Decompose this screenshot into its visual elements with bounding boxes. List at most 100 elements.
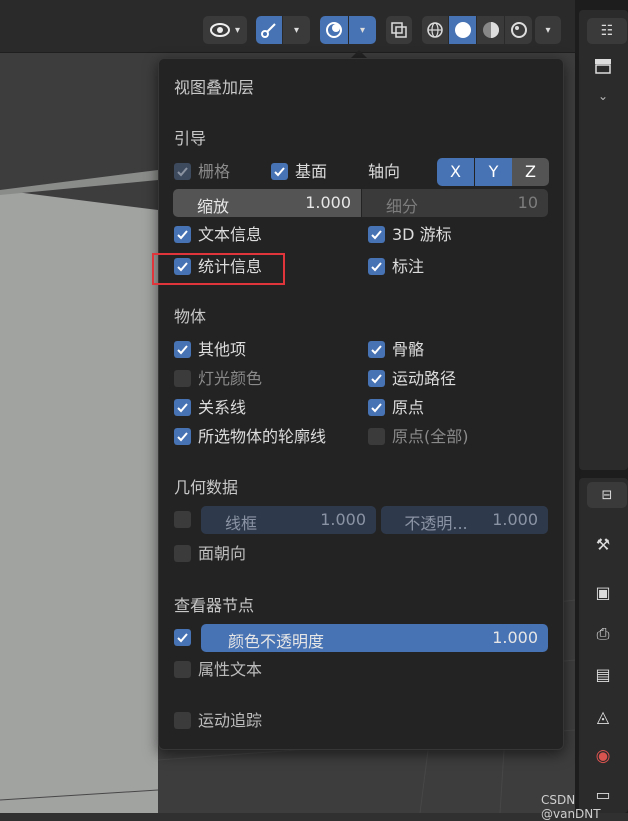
wireframe-checkbox[interactable] xyxy=(174,511,191,528)
chevron-down-icon: ▾ xyxy=(234,24,241,36)
wireframe-sphere-icon xyxy=(427,22,443,38)
viewport-overlays-popover: 视图叠加层 引导 栅格 基面 轴向 X Y Z 缩放 1.000 细分 10 文… xyxy=(158,58,564,750)
motion-tracking-label: 运动追踪 xyxy=(198,711,263,730)
checkbox[interactable] xyxy=(174,712,191,729)
origins-label: 原点 xyxy=(392,398,425,417)
tool-icon[interactable]: ⚒ xyxy=(591,532,615,556)
output-icon[interactable]: ⎙ xyxy=(591,622,615,646)
checkbox[interactable] xyxy=(174,370,191,387)
overlays-dropdown[interactable]: ▾ xyxy=(349,16,376,44)
toggle-icon: ⊟ xyxy=(601,487,613,503)
shading-rendered[interactable] xyxy=(505,16,532,44)
view-layer-icon[interactable]: ▤ xyxy=(591,662,615,686)
checkbox[interactable] xyxy=(174,399,191,416)
wireframe-threshold-field[interactable]: 线框 1.000 xyxy=(201,506,376,534)
bones-checkbox[interactable]: 骨骼 xyxy=(368,340,518,360)
origins-all-label: 原点(全部) xyxy=(392,427,469,446)
wireframe-label: 线框 xyxy=(224,514,257,533)
gizmo-icon xyxy=(261,23,276,38)
outliner-display-mode[interactable]: ☷ xyxy=(587,18,627,44)
checkbox[interactable] xyxy=(368,341,385,358)
gizmo-toggle[interactable] xyxy=(256,16,282,44)
world-icon[interactable]: ◉ xyxy=(591,744,615,768)
grid-scale-field[interactable]: 缩放 1.000 xyxy=(173,189,361,217)
extras-label: 其他项 xyxy=(198,340,247,359)
gizmo-dropdown[interactable]: ▾ xyxy=(283,16,310,44)
checkbox[interactable] xyxy=(174,226,191,243)
checkbox[interactable] xyxy=(368,399,385,416)
floor-checkbox[interactable]: 基面 xyxy=(271,162,361,182)
checkmark-icon xyxy=(177,345,188,355)
grid-subdivisions-field[interactable]: 细分 10 xyxy=(362,189,548,217)
properties-editor-toggle[interactable]: ⊟ xyxy=(587,482,627,508)
eye-icon xyxy=(209,23,230,37)
color-opacity-label: 颜色不透明度 xyxy=(227,632,324,651)
solid-sphere-icon xyxy=(454,22,471,38)
render-icon[interactable]: ▣ xyxy=(591,580,615,604)
relationship-lines-checkbox[interactable]: 关系线 xyxy=(174,398,324,418)
outline-selected-checkbox[interactable]: 所选物体的轮廓线 xyxy=(174,427,354,447)
3d-cursor-checkbox[interactable]: 3D 游标 xyxy=(368,225,488,245)
face-orientation-label: 面朝向 xyxy=(198,544,247,563)
origins-all-checkbox[interactable]: 原点(全部) xyxy=(368,427,518,447)
geometry-section-title: 几何数据 xyxy=(174,478,239,497)
extras-checkbox[interactable]: 其他项 xyxy=(174,340,324,360)
3d-cursor-label: 3D 游标 xyxy=(392,225,452,244)
floor-label: 基面 xyxy=(295,162,328,181)
axis-x-toggle[interactable]: X xyxy=(437,158,474,186)
color-opacity-checkbox[interactable] xyxy=(174,629,191,646)
light-colors-checkbox[interactable]: 灯光颜色 xyxy=(174,369,324,389)
color-opacity-field[interactable]: 颜色不透明度 1.000 xyxy=(201,624,548,652)
xray-icon xyxy=(391,22,407,38)
checkmark-icon xyxy=(177,633,188,643)
checkmark-icon xyxy=(371,345,382,355)
checkbox[interactable] xyxy=(368,258,385,275)
shading-wireframe[interactable] xyxy=(422,16,448,44)
checkmark-icon xyxy=(177,230,188,240)
attribute-text-checkbox[interactable]: 属性文本 xyxy=(174,660,324,680)
archive-icon[interactable] xyxy=(591,54,615,78)
checkmark-icon xyxy=(371,403,382,413)
face-orientation-checkbox[interactable]: 面朝向 xyxy=(174,544,324,564)
guides-section-title: 引导 xyxy=(174,129,207,148)
axis-label: 轴向 xyxy=(368,162,401,181)
checkbox[interactable] xyxy=(174,341,191,358)
visibility-dropdown[interactable]: ▾ xyxy=(203,16,247,44)
overlays-toggle[interactable] xyxy=(320,16,348,44)
scene-icon[interactable]: ◬ xyxy=(591,704,615,728)
checkbox[interactable] xyxy=(368,226,385,243)
opacity-value: 1.000 xyxy=(492,510,538,529)
motion-paths-checkbox[interactable]: 运动路径 xyxy=(368,369,518,389)
annotations-label: 标注 xyxy=(392,257,425,276)
grid-checkbox[interactable]: 栅格 xyxy=(174,162,264,182)
relationship-lines-label: 关系线 xyxy=(198,398,247,417)
shading-material[interactable] xyxy=(477,16,504,44)
checkbox[interactable] xyxy=(174,428,191,445)
wireframe-opacity-field[interactable]: 不透明... 1.000 xyxy=(381,506,548,534)
axis-y-toggle[interactable]: Y xyxy=(475,158,512,186)
properties-panel: ⊟ ⚒ ▣ ⎙ ▤ ◬ ◉ ▭ xyxy=(579,478,628,813)
checkbox[interactable] xyxy=(174,163,191,180)
motion-tracking-checkbox[interactable]: 运动追踪 xyxy=(174,711,324,731)
checkbox[interactable] xyxy=(174,661,191,678)
motion-paths-label: 运动路径 xyxy=(392,369,457,388)
right-sidebar: ☷ ⌄ ⊟ ⚒ ▣ ⎙ ▤ ◬ ◉ ▭ xyxy=(575,0,628,813)
bones-label: 骨骼 xyxy=(392,340,425,359)
xray-toggle[interactable] xyxy=(386,16,412,44)
shading-dropdown[interactable]: ▾ xyxy=(535,16,561,44)
outliner-panel: ☷ ⌄ xyxy=(579,10,628,470)
axis-z-toggle[interactable]: Z xyxy=(512,158,549,186)
checkmark-icon xyxy=(274,167,285,177)
checkmark-icon xyxy=(177,167,188,177)
scale-value: 1.000 xyxy=(305,193,351,212)
checkbox[interactable] xyxy=(271,163,288,180)
chevron-down-icon[interactable]: ⌄ xyxy=(591,84,615,108)
checkbox[interactable] xyxy=(368,370,385,387)
origins-checkbox[interactable]: 原点 xyxy=(368,398,518,418)
checkbox[interactable] xyxy=(368,428,385,445)
shading-solid[interactable] xyxy=(449,16,476,44)
annotation-highlight-box xyxy=(152,253,285,285)
checkbox[interactable] xyxy=(174,545,191,562)
text-info-checkbox[interactable]: 文本信息 xyxy=(174,225,294,245)
annotations-checkbox[interactable]: 标注 xyxy=(368,257,488,277)
